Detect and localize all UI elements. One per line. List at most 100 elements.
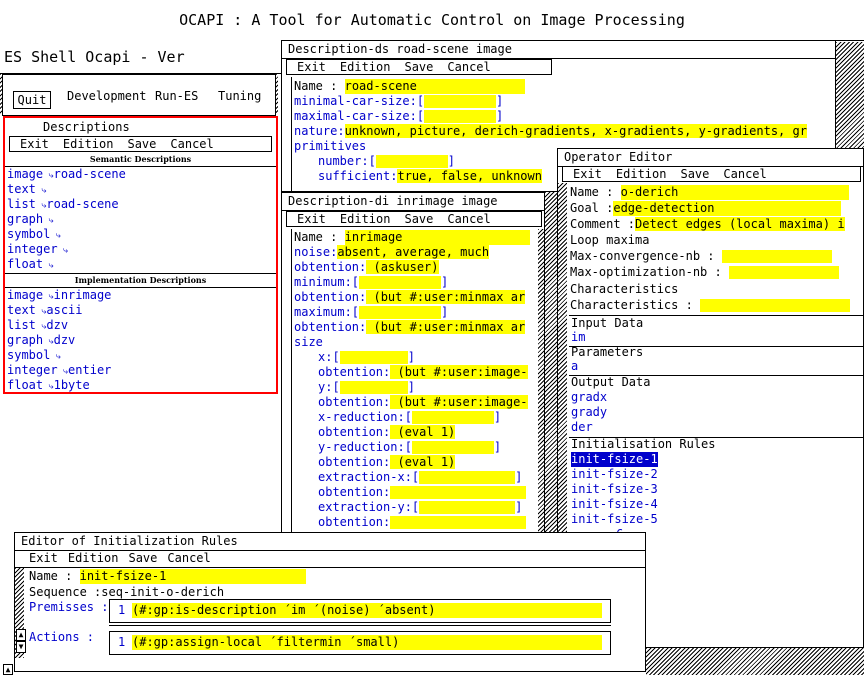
ds-name-value[interactable]: road-scene: [344, 79, 525, 94]
link-arrow-icon: ⤷: [43, 382, 54, 392]
op-rule-item[interactable]: init-fsize-2: [571, 467, 658, 482]
di-value[interactable]: (eval 1): [390, 425, 456, 439]
link-arrow-icon: ⤷: [35, 322, 47, 332]
menu-exit[interactable]: Exit: [297, 60, 326, 74]
op-output-item[interactable]: grady: [571, 405, 607, 420]
bottom-scroll-up-icon[interactable]: ▲: [3, 664, 13, 675]
ds-maximal-field[interactable]: [424, 110, 497, 123]
ds-sufficient-value[interactable]: true, false, unknown: [397, 169, 542, 183]
menu-exit[interactable]: Exit: [29, 551, 58, 565]
menu-cancel[interactable]: Cancel: [447, 60, 490, 74]
menu-save[interactable]: Save: [680, 167, 709, 181]
di-label: obtention:: [318, 455, 391, 469]
op-params-header: Parameters: [571, 345, 644, 359]
di-value[interactable]: (but #:user:image-: [390, 395, 528, 409]
di-input-field[interactable]: [390, 516, 527, 529]
run-es-button[interactable]: Run-ES: [155, 89, 198, 103]
init-actions-label: Actions :: [29, 630, 95, 644]
implementation-item-image[interactable]: image ⤷inrimage: [7, 288, 111, 303]
op-params-item[interactable]: a: [571, 359, 578, 374]
implementation-item-graph[interactable]: graph ⤷dzv: [7, 333, 75, 348]
init-name-value[interactable]: init-fsize-1: [79, 569, 306, 584]
implementation-item-integer[interactable]: integer ⤷entier: [7, 363, 111, 378]
semantic-item-text[interactable]: text ⤷: [7, 182, 46, 197]
ds-minimal-field[interactable]: [424, 95, 497, 108]
ds-scrollbar[interactable]: [282, 77, 292, 191]
tuning-button[interactable]: Tuning: [218, 89, 261, 103]
semantic-item-float[interactable]: float ⤷: [7, 257, 54, 272]
menu-save[interactable]: Save: [404, 212, 433, 226]
di-value[interactable]: (eval 1): [390, 455, 456, 469]
di-field-row: obtention: (askuser): [294, 260, 439, 275]
op-name-value[interactable]: o-derich: [620, 185, 849, 200]
implementation-item-list[interactable]: list ⤷dzv: [7, 318, 68, 333]
di-value[interactable]: (but #:user:image-: [390, 365, 528, 379]
di-input-field[interactable]: [339, 381, 408, 394]
scroll-down-icon[interactable]: ▼: [16, 641, 26, 653]
init-menu: Exit Edition Save Cancel: [19, 550, 215, 566]
semantic-item-symbol[interactable]: symbol ⤷: [7, 227, 61, 242]
implementation-item-symbol[interactable]: symbol ⤷: [7, 348, 61, 363]
op-rule-item[interactable]: init-fsize-1: [571, 452, 658, 467]
init-action-value[interactable]: (#:gp:assign-local ´filtermin ´small): [132, 635, 602, 650]
op-maxopt-field[interactable]: [728, 266, 839, 279]
op-rule-item[interactable]: init-fsize-4: [571, 497, 658, 512]
semantic-item-image[interactable]: image ⤷road-scene: [7, 167, 126, 182]
menu-edition[interactable]: Edition: [340, 212, 391, 226]
op-rule-item[interactable]: init-fsize-5: [571, 512, 658, 527]
op-maxconv-field[interactable]: [721, 250, 832, 263]
ds-side-hatch: [836, 42, 864, 152]
di-input-field[interactable]: [339, 351, 408, 364]
di-scrollbar[interactable]: [282, 229, 292, 536]
di-input-field[interactable]: [390, 486, 527, 499]
di-input-field[interactable]: [359, 276, 442, 289]
di-label: y-reduction:[: [318, 440, 412, 454]
implementation-item-text[interactable]: text ⤷ascii: [7, 303, 83, 318]
semantic-item-integer[interactable]: integer ⤷: [7, 242, 68, 257]
init-action-box: 1 (#:gp:assign-local ´filtermin ´small): [109, 631, 611, 655]
menu-exit[interactable]: Exit: [297, 212, 326, 226]
di-value[interactable]: absent, average, much: [337, 245, 490, 259]
semantic-item-list[interactable]: list ⤷road-scene: [7, 197, 119, 212]
di-input-field[interactable]: [411, 441, 494, 454]
di-input-field[interactable]: [359, 306, 442, 319]
op-output-item[interactable]: der: [571, 420, 593, 435]
op-comment-value[interactable]: Detect edges (local maxima) i: [635, 217, 845, 231]
di-input-field[interactable]: [411, 411, 494, 424]
menu-edition[interactable]: Edition: [68, 551, 119, 565]
di-value[interactable]: (but #:user:minmax ar: [366, 320, 526, 334]
quit-button[interactable]: Quit: [13, 91, 51, 109]
di-value[interactable]: (askuser): [366, 260, 439, 274]
op-output-item[interactable]: gradx: [571, 390, 607, 405]
menu-cancel[interactable]: Cancel: [447, 212, 490, 226]
op-input-item[interactable]: im: [571, 330, 585, 345]
menu-cancel[interactable]: Cancel: [167, 551, 210, 565]
op-goal-value[interactable]: edge-detection: [613, 201, 842, 216]
di-input-field[interactable]: [419, 501, 516, 514]
scroll-up-icon[interactable]: ▲: [16, 629, 26, 641]
menu-exit[interactable]: Exit: [20, 137, 49, 151]
init-premisse-value[interactable]: (#:gp:is-description ´im ´(noise) ´absen…: [132, 603, 602, 618]
menu-save[interactable]: Save: [127, 137, 156, 151]
development-button[interactable]: Development: [67, 89, 146, 103]
ds-title: Description-ds road-scene image: [282, 41, 835, 59]
link-arrow-icon: ⤷: [35, 201, 47, 211]
menu-edition[interactable]: Edition: [63, 137, 114, 151]
menu-save[interactable]: Save: [128, 551, 157, 565]
semantic-item-graph[interactable]: graph ⤷: [7, 212, 54, 227]
menu-edition[interactable]: Edition: [340, 60, 391, 74]
menu-exit[interactable]: Exit: [573, 167, 602, 181]
menu-cancel[interactable]: Cancel: [170, 137, 213, 151]
di-value[interactable]: (but #:user:minmax ar: [366, 290, 526, 304]
ds-nature-value[interactable]: unknown, picture, derich-gradients, x-gr…: [344, 124, 807, 138]
ds-number-field[interactable]: [375, 155, 448, 168]
implementation-item-float[interactable]: float ⤷1byte: [7, 378, 90, 392]
op-characteristics-field[interactable]: [700, 299, 851, 312]
menu-save[interactable]: Save: [404, 60, 433, 74]
di-name-value[interactable]: inrimage: [344, 230, 530, 245]
menu-edition[interactable]: Edition: [616, 167, 667, 181]
op-rule-item[interactable]: init-fsize-3: [571, 482, 658, 497]
menu-cancel[interactable]: Cancel: [723, 167, 766, 181]
di-input-field[interactable]: [419, 471, 516, 484]
descriptions-window: Descriptions Exit Edition Save Cancel Seman…: [3, 116, 278, 394]
